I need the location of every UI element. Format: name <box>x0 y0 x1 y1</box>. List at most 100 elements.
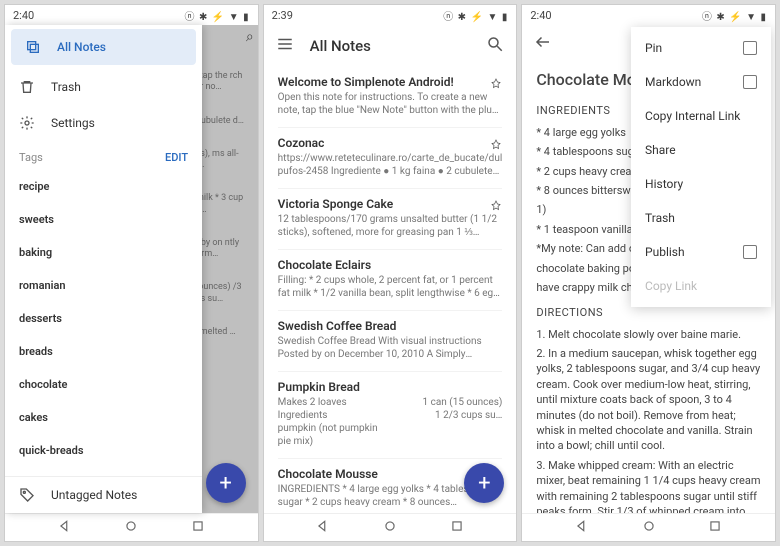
status-icons: ⓝ ✱ ⚡ ▼ ▮ <box>702 8 767 23</box>
drawer-item-label: Trash <box>51 80 81 94</box>
menu-label: History <box>645 177 683 191</box>
nav-home-icon[interactable] <box>383 519 397 537</box>
note-title: Swedish Coffee Bread <box>278 319 503 333</box>
pin-icon <box>490 75 502 87</box>
trash-icon <box>19 79 35 95</box>
note-item[interactable]: Chocolate Eclairs Filling: * 2 cups whole… <box>278 250 503 311</box>
tag-item[interactable]: desserts <box>5 302 202 335</box>
menu-label: Copy Link <box>645 279 697 293</box>
menu-label: Copy Internal Link <box>645 109 740 123</box>
status-bar: 2:39 ⓝ ✱ ⚡ ▼ ▮ <box>264 5 517 25</box>
tags-edit-button[interactable]: EDIT <box>165 151 188 164</box>
tag-item[interactable]: baking <box>5 236 202 269</box>
tag-item[interactable]: breads <box>5 335 202 368</box>
system-nav <box>264 513 517 541</box>
nav-recent-icon[interactable] <box>191 519 205 537</box>
nav-back-icon[interactable] <box>316 519 330 537</box>
status-icons: ⓝ ✱ ⚡ ▼ ▮ <box>185 8 250 23</box>
status-time: 2:40 <box>13 9 34 22</box>
app-bar: All Notes <box>264 25 517 67</box>
nav-back-icon[interactable] <box>58 519 72 537</box>
menu-trash[interactable]: Trash <box>631 201 771 235</box>
back-icon[interactable] <box>534 33 552 55</box>
tag-item[interactable]: sweets <box>5 203 202 236</box>
nav-home-icon[interactable] <box>642 519 656 537</box>
tag-item[interactable]: romanian <box>5 269 202 302</box>
drawer-all-notes[interactable]: All Notes <box>11 29 196 65</box>
fab-new-note[interactable]: + <box>206 463 246 503</box>
tags-header: Tags EDIT <box>5 141 202 170</box>
note-snippet: Swedish Coffee Bread With visual instruc… <box>278 335 503 361</box>
direction-line: 3. Make whipped cream: With an electric … <box>536 458 761 513</box>
note-item[interactable]: Cozonac https://www.reteteculinare.ro/car… <box>278 128 503 189</box>
nav-home-icon[interactable] <box>124 519 138 537</box>
screen-notelist: 2:39 ⓝ ✱ ⚡ ▼ ▮ All Notes Welcome to Simp… <box>263 4 518 542</box>
screen-drawer: 2:40 ⓝ ✱ ⚡ ▼ ▮ ⌕ de, tap the rch your no… <box>4 4 259 542</box>
pin-icon <box>490 136 502 148</box>
note-title: Victoria Sponge Cake <box>278 197 503 211</box>
note-title: Pumpkin Bread <box>278 380 503 394</box>
nav-recent-icon[interactable] <box>708 519 722 537</box>
drawer-item-label: All Notes <box>57 40 106 54</box>
menu-label: Markdown <box>645 75 701 89</box>
menu-label: Pin <box>645 41 662 55</box>
menu-markdown[interactable]: Markdown <box>631 65 771 99</box>
note-snippet: Makes 2 loaves Ingredientspumpkin (not p… <box>278 396 503 448</box>
status-icons: ⓝ ✱ ⚡ ▼ ▮ <box>443 8 508 23</box>
nav-recent-icon[interactable] <box>450 519 464 537</box>
screen-note-detail: 2:40 ⓝ ✱ ⚡ ▼ ▮ Chocolate Mousse INGREDIE… <box>521 4 776 542</box>
tags-label: Tags <box>19 151 43 164</box>
tag-icon <box>19 487 35 503</box>
menu-publish[interactable]: Publish <box>631 235 771 269</box>
menu-label: Trash <box>645 211 675 225</box>
system-nav <box>522 513 775 541</box>
note-snippet: https://www.reteteculinare.ro/carte_de_b… <box>278 152 503 178</box>
direction-line: 1. Melt chocolate slowly over baine mari… <box>536 327 761 342</box>
menu-copy-internal-link[interactable]: Copy Internal Link <box>631 99 771 133</box>
note-item[interactable]: Swedish Coffee Bread Swedish Coffee Bread… <box>278 311 503 372</box>
tag-item[interactable]: recipe <box>5 170 202 203</box>
note-snippet: 12 tablespoons/170 grams unsalted butter… <box>278 213 503 239</box>
page-title: All Notes <box>310 37 471 55</box>
directions-header: DIRECTIONS <box>536 305 761 320</box>
search-icon[interactable] <box>486 35 504 57</box>
pin-icon <box>490 197 502 209</box>
note-list[interactable]: Welcome to Simplenote Android!Open this … <box>264 67 517 513</box>
note-item[interactable]: Pumpkin Bread Makes 2 loaves Ingredientsp… <box>278 372 503 459</box>
tag-item[interactable]: quick-breads <box>5 434 202 467</box>
status-time: 2:40 <box>530 9 551 22</box>
menu-copy-link: Copy Link <box>631 269 771 303</box>
checkbox-icon[interactable] <box>743 245 757 259</box>
drawer-settings[interactable]: Settings <box>5 105 202 141</box>
drawer-untagged[interactable]: Untagged Notes <box>5 477 202 513</box>
note-title: Cozonac <box>278 136 503 150</box>
note-item[interactable]: Welcome to Simplenote Android!Open this … <box>278 67 503 128</box>
menu-pin[interactable]: Pin <box>631 31 771 65</box>
menu-history[interactable]: History <box>631 167 771 201</box>
menu-share[interactable]: Share <box>631 133 771 167</box>
tag-item[interactable]: cakes <box>5 401 202 434</box>
note-title: Chocolate Eclairs <box>278 258 503 272</box>
menu-label: Publish <box>645 245 685 259</box>
overflow-menu: Pin Markdown Copy Internal Link Share Hi… <box>631 27 771 307</box>
drawer-item-label: Settings <box>51 116 95 130</box>
nav-back-icon[interactable] <box>575 519 589 537</box>
status-bar: 2:40 ⓝ ✱ ⚡ ▼ ▮ <box>522 5 775 25</box>
checkbox-icon[interactable] <box>743 41 757 55</box>
drawer-trash[interactable]: Trash <box>5 69 202 105</box>
system-nav <box>5 513 258 541</box>
status-time: 2:39 <box>272 9 293 22</box>
gear-icon <box>19 115 35 131</box>
note-snippet: Filling: * 2 cups whole, 2 percent fat, … <box>278 274 503 300</box>
note-title: Welcome to Simplenote Android! <box>278 75 503 89</box>
status-bar: 2:40 ⓝ ✱ ⚡ ▼ ▮ <box>5 5 258 25</box>
checkbox-icon[interactable] <box>743 75 757 89</box>
tag-item[interactable]: chocolate <box>5 368 202 401</box>
notes-icon <box>25 39 41 55</box>
direction-line: 2. In a medium saucepan, whisk together … <box>536 346 761 454</box>
navigation-drawer: All Notes Trash Settings Tags EDIT recip… <box>5 25 202 513</box>
drawer-item-label: Untagged Notes <box>51 488 137 502</box>
menu-label: Share <box>645 143 676 157</box>
note-item[interactable]: Victoria Sponge Cake 12 tablespoons/170 g… <box>278 189 503 250</box>
hamburger-icon[interactable] <box>276 35 294 57</box>
